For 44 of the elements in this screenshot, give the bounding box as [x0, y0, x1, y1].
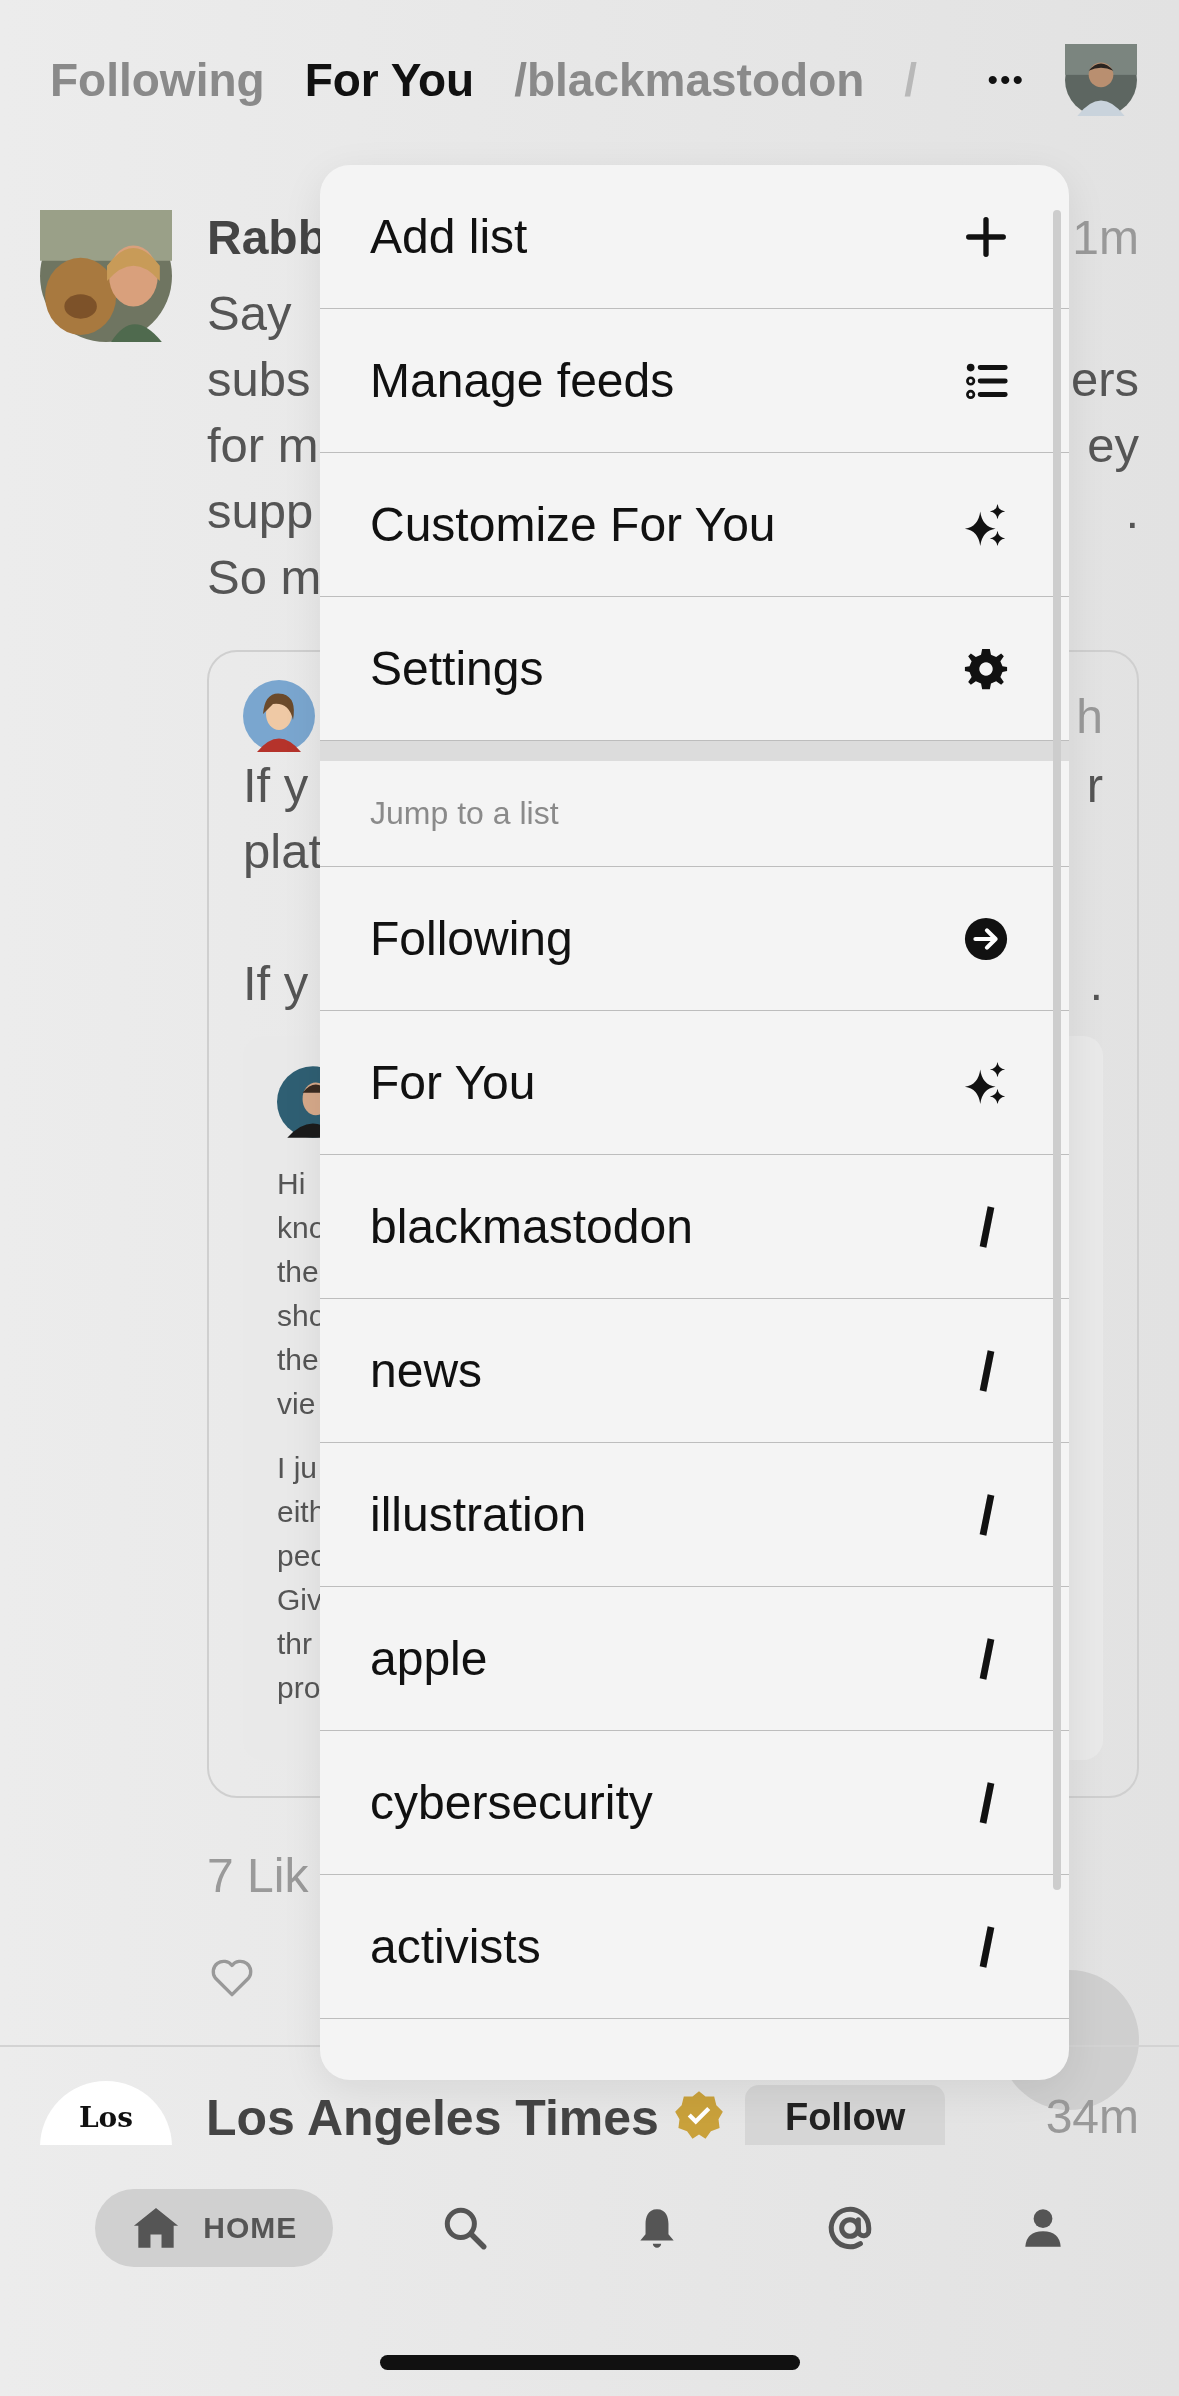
post-text: subs: [207, 351, 311, 407]
post-time: h: [1076, 688, 1103, 744]
post-text: r: [1086, 757, 1103, 813]
post-time: 1m: [1072, 210, 1139, 265]
post-text: supp: [207, 483, 314, 539]
post-text: If y: [243, 757, 309, 813]
menu-item[interactable]: apple: [320, 1587, 1069, 1731]
post-text: If y: [243, 955, 309, 1011]
menu-item[interactable]: Manage feeds: [320, 309, 1069, 453]
post-time: 34m: [1045, 2091, 1139, 2144]
menu-item[interactable]: Add list: [320, 165, 1069, 309]
post-text: .: [1125, 483, 1139, 539]
post-text: thr: [277, 1626, 312, 1662]
menu-item[interactable]: news: [320, 1299, 1069, 1443]
post-text: .: [1089, 955, 1103, 1011]
post-text: So m: [207, 549, 322, 605]
author-name[interactable]: Los Angeles Times: [206, 2091, 659, 2145]
scrollbar[interactable]: [1053, 210, 1061, 1890]
avatar-logo: Los: [40, 2081, 172, 2145]
post-text: Hi: [277, 1166, 306, 1202]
menu-item[interactable]: Customize For You: [320, 453, 1069, 597]
post-text: for m: [207, 417, 319, 473]
section-title: Jump to a list: [370, 795, 559, 832]
follow-button[interactable]: Follow: [744, 2085, 946, 2145]
post-text: Giv: [277, 1582, 322, 1618]
post-text: vie: [277, 1386, 316, 1422]
post-text: the: [277, 1254, 319, 1290]
post-text: the: [277, 1342, 319, 1378]
feed-tab[interactable]: For You: [304, 53, 475, 107]
menu-item[interactable]: illustration: [320, 1443, 1069, 1587]
menu-item[interactable]: cybersecurity: [320, 1731, 1069, 1875]
verified-icon: [672, 2089, 725, 2141]
post-text: pro: [277, 1670, 321, 1706]
post-text: I ju: [277, 1450, 318, 1486]
post-text: plat: [243, 823, 322, 879]
post-text: ers: [1070, 351, 1139, 407]
menu-item[interactable]: For You: [320, 1011, 1069, 1155]
menu-item[interactable]: Following: [320, 867, 1069, 1011]
nav-tab[interactable]: HOME: [95, 2188, 334, 2267]
menu-item[interactable]: activists: [320, 1875, 1069, 2019]
post-text: Say: [207, 285, 292, 341]
more-button[interactable]: •••: [987, 63, 1025, 97]
post-text: ey: [1087, 417, 1139, 473]
menu-item[interactable]: blackmastodon: [320, 1155, 1069, 1299]
